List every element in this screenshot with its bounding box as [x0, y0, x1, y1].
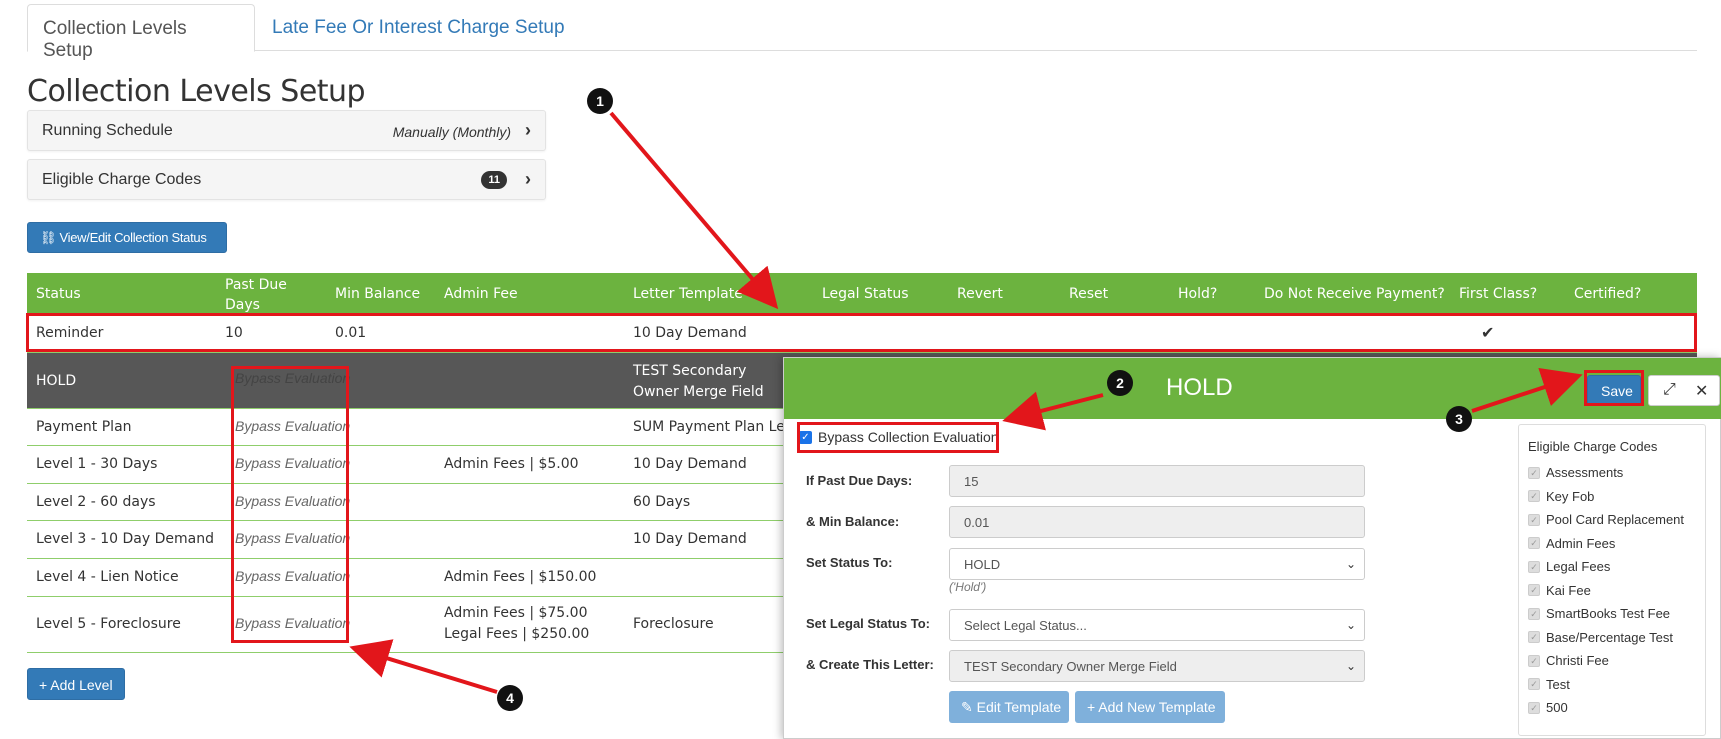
step-marker-4: 4: [497, 685, 523, 711]
arrow-1: [609, 111, 779, 310]
arrow-3: [1471, 368, 1583, 413]
step-marker-1: 1: [587, 88, 613, 114]
step-marker-3: 3: [1446, 406, 1472, 432]
arrow-4: [349, 639, 498, 694]
annotation-arrows: [349, 111, 1583, 694]
step-marker-2: 2: [1107, 370, 1133, 396]
arrow-2: [1002, 391, 1104, 431]
